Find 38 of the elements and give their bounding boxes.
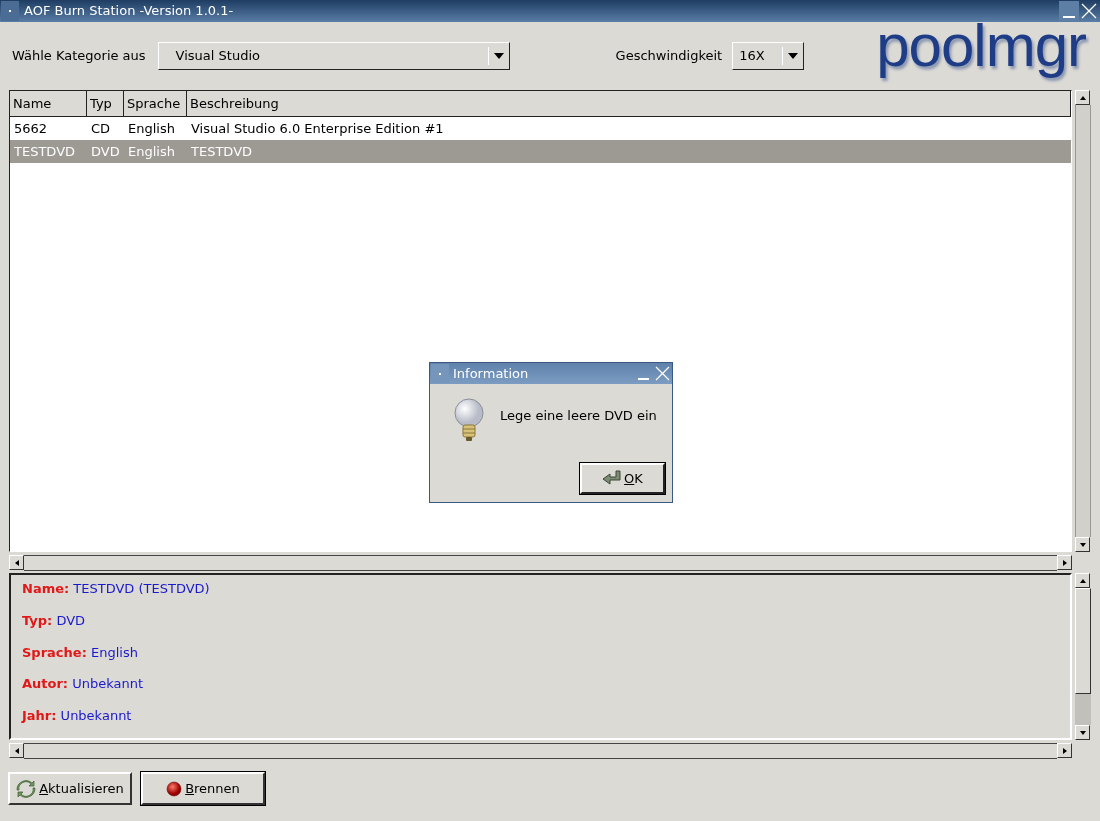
dialog-message: Lege eine leere DVD ein (500, 407, 657, 425)
burn-button[interactable]: Brennen (141, 772, 265, 805)
detail-line: Name: TESTDVD (TESTDVD) (22, 580, 211, 598)
refresh-button[interactable]: Aktualisieren (8, 772, 132, 805)
scroll-up-button[interactable] (1075, 90, 1090, 105)
detail-line: Jahr: Unbekannt (22, 707, 133, 726)
triangle-right-icon (1060, 746, 1069, 755)
column-header[interactable]: Name (10, 91, 87, 116)
scroll-left-button[interactable] (9, 555, 24, 570)
return-arrow-icon (602, 469, 623, 488)
triangle-right-icon (1060, 558, 1069, 567)
scroll-down-button[interactable] (1075, 537, 1090, 552)
scroll-up-button[interactable] (1075, 573, 1090, 588)
detail-line: Autor: Unbekannt (22, 675, 145, 694)
speed-dropdown[interactable]: 16X (732, 42, 805, 70)
dialog-title: Information (453, 364, 529, 383)
scroll-down-button[interactable] (1075, 725, 1090, 740)
scroll-thumb[interactable] (1075, 588, 1091, 694)
detail-line: Sprache: English (22, 643, 139, 662)
minimize-icon[interactable] (1059, 1, 1079, 21)
column-header[interactable]: Sprache (124, 91, 187, 116)
window-title: AOF Burn Station -Version 1.0.1- (24, 2, 234, 21)
refresh-icon (16, 779, 37, 798)
triangle-down-icon (1078, 728, 1087, 737)
ok-button[interactable]: OK (580, 463, 665, 494)
logo: poolmgr (876, 16, 1086, 76)
scroll-left-button[interactable] (9, 743, 24, 758)
close-icon[interactable] (1079, 1, 1099, 21)
scroll-right-button[interactable] (1057, 555, 1072, 570)
speed-label: Geschwindigkeit (615, 47, 723, 66)
detail-line: Typ: DVD (22, 611, 87, 630)
column-header[interactable]: Typ (87, 91, 124, 116)
category-label: Wähle Kategorie aus (12, 47, 146, 66)
category-dropdown[interactable]: Visual Studio (157, 42, 510, 70)
scroll-right-button[interactable] (1057, 743, 1072, 758)
triangle-down-icon (1078, 540, 1087, 549)
record-icon (166, 780, 183, 797)
column-header[interactable]: Beschreibung (187, 91, 1071, 116)
